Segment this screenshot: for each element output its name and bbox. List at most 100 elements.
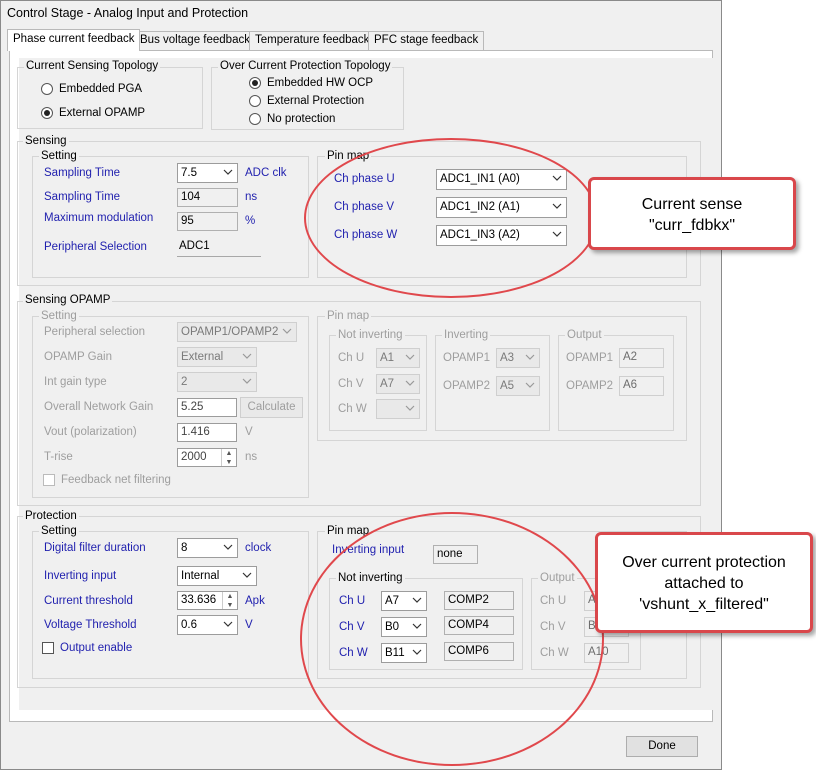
opamp-not-inverting-title: Not inverting	[336, 329, 405, 341]
int-gain-type-label: Int gain type	[44, 376, 107, 388]
ocp-topology-title: Over Current Protection Topology	[218, 60, 393, 72]
spin-arrows-icon[interactable]: ▲ ▼	[222, 592, 237, 609]
output-opamp2-field: A6	[619, 376, 664, 396]
ch-phase-u-label: Ch phase U	[334, 173, 395, 185]
prot-out-ch-v-label: Ch V	[540, 621, 566, 633]
chevron-down-icon	[405, 405, 415, 411]
prot-ch-u-select[interactable]: A7	[381, 591, 427, 611]
opamp-gain-label: OPAMP Gain	[44, 351, 112, 363]
t-rise-label: T-rise	[44, 451, 73, 463]
spin-arrows-icon[interactable]: ▲ ▼	[221, 449, 236, 466]
prot-ch-w-label: Ch W	[339, 647, 368, 659]
prot-ch-w-comp: COMP6	[444, 642, 514, 661]
opamp-ch-w-label: Ch W	[338, 403, 367, 415]
output-opamp1-label: OPAMP1	[566, 352, 614, 364]
done-button[interactable]: Done	[626, 736, 698, 757]
chevron-down-icon	[552, 231, 562, 237]
tab-phase-current[interactable]: Phase current feedback	[7, 29, 141, 51]
calculate-button[interactable]: Calculate	[240, 397, 303, 418]
embedded-hw-ocp-radio[interactable]	[249, 77, 261, 89]
callout2-line3: 'vshunt_x_filtered"	[639, 596, 769, 613]
chevron-down-icon	[552, 175, 562, 181]
chevron-down-icon	[223, 544, 233, 550]
embedded-hw-ocp-label: Embedded HW OCP	[267, 77, 374, 89]
digital-filter-duration-select[interactable]: 8	[177, 538, 238, 558]
feedback-net-filtering-checkbox[interactable]	[43, 474, 55, 486]
callout2-line1: Over current protection	[622, 554, 786, 571]
opamp-ch-u-select[interactable]: A1	[376, 348, 420, 368]
ocp-callout: Over current protection attached to 'vsh…	[595, 532, 813, 633]
int-gain-type-select[interactable]: 2	[177, 372, 257, 392]
chevron-down-icon	[412, 623, 422, 629]
prot-ch-u-comp: COMP2	[444, 591, 514, 610]
protection-inverting-input-select[interactable]: Internal	[177, 566, 257, 586]
peripheral-selection-underline	[177, 256, 261, 257]
embedded-pga-label: Embedded PGA	[59, 83, 143, 95]
opamp-pinmap-title: Pin map	[325, 310, 372, 322]
maximum-modulation-label: Maximum modulation	[44, 212, 154, 224]
opamp-peripheral-label: Peripheral selection	[44, 326, 146, 338]
opamp-ch-v-select[interactable]: A7	[376, 374, 420, 394]
embedded-pga-radio[interactable]	[41, 83, 53, 95]
sampling-time-ns-field: 104	[177, 188, 238, 207]
opamp-setting-title: Setting	[39, 310, 79, 322]
ch-phase-v-select[interactable]: ADC1_IN2 (A1)	[436, 197, 567, 218]
chevron-down-icon	[552, 203, 562, 209]
tab-bus-voltage[interactable]: Bus voltage feedback	[134, 31, 256, 50]
opamp-peripheral-select[interactable]: OPAMP1/OPAMP2	[177, 322, 297, 342]
pinmap-inverting-input-label: Inverting input	[332, 544, 405, 556]
tab-temperature[interactable]: Temperature feedback	[249, 31, 376, 50]
maximum-modulation-unit: %	[245, 215, 256, 227]
current-threshold-stepper[interactable]: 33.636 ▲ ▼	[177, 591, 238, 610]
prot-ch-v-comp: COMP4	[444, 616, 514, 635]
chevron-down-icon	[223, 621, 233, 627]
no-protection-label: No protection	[267, 113, 336, 125]
opamp-ch-u-label: Ch U	[338, 352, 365, 364]
chevron-down-icon	[525, 382, 535, 388]
protection-not-inverting-title: Not inverting	[336, 572, 405, 584]
current-threshold-label: Current threshold	[44, 595, 133, 607]
opamp-inverting-title: Inverting	[442, 329, 491, 341]
t-rise-unit: ns	[245, 451, 258, 463]
inverting-opamp2-select[interactable]: A5	[496, 376, 540, 396]
external-protection-radio[interactable]	[249, 95, 261, 107]
output-enable-label: Output enable	[60, 642, 133, 654]
opamp-ch-w-select[interactable]	[376, 399, 420, 419]
chevron-down-icon	[223, 169, 233, 175]
ch-phase-u-select[interactable]: ADC1_IN1 (A0)	[436, 169, 567, 190]
chevron-down-icon	[242, 572, 252, 578]
sampling-time-ns-label: Sampling Time	[44, 191, 121, 203]
chevron-down-icon	[242, 353, 252, 359]
chevron-down-icon	[412, 597, 422, 603]
sampling-time-clk-select[interactable]: 7.5	[177, 163, 238, 183]
chevron-down-icon	[412, 649, 422, 655]
inverting-opamp1-select[interactable]: A3	[496, 348, 540, 368]
protection-setting-title: Setting	[39, 525, 79, 537]
overall-network-gain-field[interactable]: 5.25	[177, 398, 237, 417]
no-protection-radio[interactable]	[249, 113, 261, 125]
t-rise-stepper[interactable]: 2000 ▲ ▼	[177, 448, 237, 467]
digital-filter-duration-unit: clock	[245, 542, 272, 554]
opamp-gain-select[interactable]: External	[177, 347, 257, 367]
opamp-ch-v-label: Ch V	[338, 378, 364, 390]
current-sense-callout: Current sense "curr_fdbkx"	[588, 177, 796, 250]
chevron-down-icon	[405, 380, 415, 386]
external-opamp-radio[interactable]	[41, 107, 53, 119]
sensing-setting-title: Setting	[39, 150, 79, 162]
protection-output-title: Output	[538, 572, 577, 584]
prot-ch-v-select[interactable]: B0	[381, 617, 427, 637]
vout-polarization-field[interactable]: 1.416	[177, 423, 237, 442]
chevron-down-icon	[405, 354, 415, 360]
sampling-time-clk-unit: ADC clk	[245, 167, 287, 179]
peripheral-selection-label: Peripheral Selection	[44, 241, 147, 253]
chevron-down-icon	[242, 378, 252, 384]
sensing-opamp-title: Sensing OPAMP	[23, 294, 113, 306]
prot-ch-w-select[interactable]: B11	[381, 643, 427, 663]
ch-phase-v-label: Ch phase V	[334, 201, 395, 213]
voltage-threshold-select[interactable]: 0.6	[177, 615, 238, 635]
output-enable-checkbox[interactable]	[42, 642, 54, 654]
vout-polarization-label: Vout (polarization)	[44, 426, 137, 438]
pinmap-inverting-input-field: none	[433, 545, 478, 564]
tab-pfc-stage[interactable]: PFC stage feedback	[368, 31, 485, 50]
ch-phase-w-select[interactable]: ADC1_IN3 (A2)	[436, 225, 567, 246]
